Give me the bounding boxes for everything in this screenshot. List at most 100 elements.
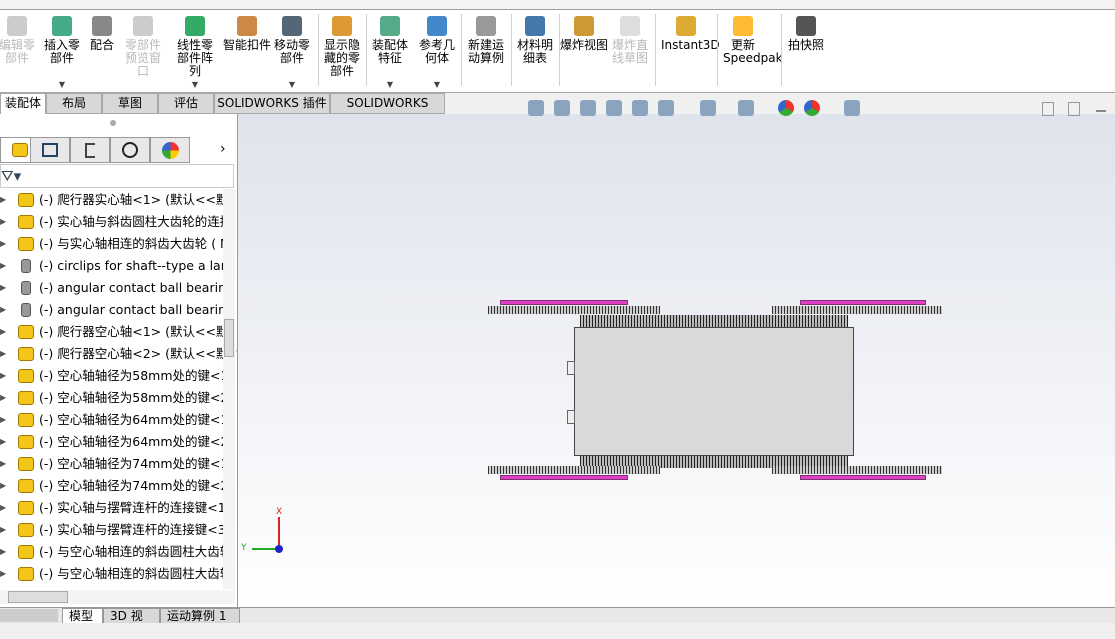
tab-property-manager[interactable] [30,137,70,163]
ribbon-button-9[interactable]: 参考几何体 ▼ [412,16,462,89]
scrollbar-thumb[interactable] [224,319,234,357]
expand-arrow-icon[interactable]: ▶ [0,453,6,475]
tree-item[interactable]: ▶ (-) 空心轴轴径为58mm处的键<2> [0,387,223,409]
tree-item[interactable]: ▶ (-) 空心轴轴径为74mm处的键<1> [0,453,223,475]
expand-arrow-icon[interactable]: ▶ [0,563,6,585]
tab-configuration-manager[interactable] [70,137,110,163]
tree-item[interactable]: ▶ (-) 空心轴轴径为64mm处的键<1> [0,409,223,431]
ribbon-button-12[interactable]: 爆炸视图 [559,16,609,52]
apply-scene-icon[interactable] [804,100,820,116]
expand-arrow-icon[interactable]: ▶ [0,343,6,365]
tab-display-manager[interactable] [150,137,190,163]
expand-arrow-icon[interactable]: ▶ [0,387,6,409]
expand-arrow-icon[interactable]: ▶ [0,255,6,277]
tree-item[interactable]: ▶ (-) angular contact ball bearing [0,277,223,299]
tree-item[interactable]: ▶ (-) angular contact ball bearing [0,299,223,321]
tree-item-label: (-) 爬行器空心轴<2> (默认<<默认 [39,346,223,361]
ribbon-button-10[interactable]: 新建运动算例 [461,16,511,65]
zoom-to-fit-icon[interactable] [528,100,544,116]
crawler-assembly-model[interactable] [488,300,943,480]
tab-2[interactable]: 草图 [102,93,158,114]
ribbon-button-6[interactable]: 移动零部件 ▼ [267,16,317,89]
ribbon-button-label: 零部件预览窗口 [124,38,161,78]
bottom-tab-2[interactable]: 运动算例 1 [160,608,240,624]
tab-5[interactable]: SOLIDWORKS MBD [330,93,445,129]
expand-arrow-icon[interactable]: ▶ [0,475,6,497]
ribbon-separator [511,14,512,86]
ribbon-button-3[interactable]: 零部件预览窗口 [118,16,168,78]
tree-item[interactable]: ▶ (-) 空心轴轴径为58mm处的键<1> [0,365,223,387]
expand-arrow-icon[interactable]: ▶ [0,321,6,343]
dropdown-arrow-icon[interactable]: ▼ [412,78,462,91]
part-icon [18,413,34,427]
expand-arrow-icon[interactable]: ▶ [0,497,6,519]
section-view-icon[interactable] [606,100,622,116]
x-axis-label: X [276,507,283,517]
ribbon-button-13[interactable]: 爆炸直线草图 [605,16,655,65]
ribbon-button-11[interactable]: 材料明细表 [510,16,560,65]
h-scrollbar-thumb[interactable] [8,591,68,603]
tab-1[interactable]: 布局 [46,93,102,114]
ribbon-button-15[interactable]: 更新Speedpak [718,16,783,65]
tree-vertical-scrollbar[interactable] [223,189,235,589]
dropdown-arrow-icon[interactable]: ▼ [267,78,317,91]
tab-3[interactable]: 评估 [158,93,214,114]
tree-item[interactable]: ▶ (-) 与空心轴相连的斜齿圆柱大齿轮 [0,563,223,585]
tree-item[interactable]: ▶ (-) 空心轴轴径为64mm处的键<2> [0,431,223,453]
expand-arrow-icon[interactable]: ▶ [0,519,6,541]
ribbon-button-14[interactable]: Instant3D [661,16,720,52]
expand-arrow-icon[interactable]: ▶ [0,365,6,387]
previous-view-icon[interactable] [580,100,596,116]
bottom-tab-0[interactable]: 模型 [62,608,103,624]
expand-arrow-icon[interactable]: ▶ [0,189,6,211]
filter-bar[interactable]: ⛛▾ [0,164,234,188]
tree-horizontal-scrollbar[interactable] [0,590,235,604]
bottom-tab-1[interactable]: 3D 视图 [103,608,160,637]
view-orientation-icon[interactable] [658,100,674,116]
tab-dimxpert[interactable] [110,137,150,163]
edit-appearance-icon[interactable] [778,100,794,116]
dynamic-annotation-icon[interactable] [632,100,648,116]
panel-tabs-more-chevron[interactable]: › [220,141,226,157]
tree-item[interactable]: ▶ (-) 实心轴与摆臂连杆的连接键<3> [0,519,223,541]
expand-arrow-icon[interactable]: ▶ [0,299,6,321]
ribbon-button-4[interactable]: 线性零部件阵列 ▼ [170,16,220,89]
expand-arrow-icon[interactable]: ▶ [0,541,6,563]
ribbon-button-16[interactable]: 拍快照 [781,16,831,52]
expand-arrow-icon[interactable]: ▶ [0,431,6,453]
crosshair-icon [122,142,138,158]
tab-scroll-arrows[interactable] [0,609,58,622]
restore-right-icon[interactable] [1068,102,1080,116]
restore-left-icon[interactable] [1042,102,1054,116]
expand-arrow-icon[interactable]: ▶ [0,233,6,255]
tree-item[interactable]: ▶ (-) 实心轴与斜齿圆柱大齿轮的连接 [0,211,223,233]
expand-arrow-icon[interactable]: ▶ [0,211,6,233]
panel-grip[interactable] [110,120,116,126]
dropdown-arrow-icon[interactable]: ▼ [37,78,87,91]
minimize-icon[interactable] [1096,110,1106,112]
tree-item[interactable]: ▶ (-) 空心轴轴径为74mm处的键<2> [0,475,223,497]
tab-4[interactable]: SOLIDWORKS 插件 [214,93,330,114]
expand-arrow-icon[interactable]: ▶ [0,409,6,431]
ribbon-button-5[interactable]: 智能扣件 [222,16,272,52]
tree-item[interactable]: ▶ (-) circlips for shaft--type a larg [0,255,223,277]
main-chassis-body [574,327,854,456]
dropdown-arrow-icon[interactable]: ▼ [170,78,220,91]
dropdown-arrow-icon[interactable]: ▼ [365,78,415,91]
graphics-viewport[interactable]: X Y [238,100,1115,607]
ribbon-button-0[interactable]: 编辑零部件 [0,16,42,65]
hide-show-items-icon[interactable] [738,100,754,116]
tree-item[interactable]: ▶ (-) 与实心轴相连的斜齿大齿轮 ( M [0,233,223,255]
ribbon-button-7[interactable]: 显示隐藏的零部件 [317,16,367,78]
tree-item[interactable]: ▶ (-) 爬行器实心轴<1> (默认<<默认 [0,189,223,211]
tab-0[interactable]: 装配体 [0,93,46,114]
tree-item[interactable]: ▶ (-) 与空心轴相连的斜齿圆柱大齿轮 [0,541,223,563]
tree-item[interactable]: ▶ (-) 实心轴与摆臂连杆的连接键<1> [0,497,223,519]
ribbon-button-8[interactable]: 装配体特征 ▼ [365,16,415,89]
tree-item[interactable]: ▶ (-) 爬行器空心轴<2> (默认<<默认 [0,343,223,365]
zoom-to-area-icon[interactable] [554,100,570,116]
tree-item[interactable]: ▶ (-) 爬行器空心轴<1> (默认<<默认 [0,321,223,343]
view-settings-icon[interactable] [844,100,860,116]
expand-arrow-icon[interactable]: ▶ [0,277,6,299]
display-style-icon[interactable] [700,100,716,116]
